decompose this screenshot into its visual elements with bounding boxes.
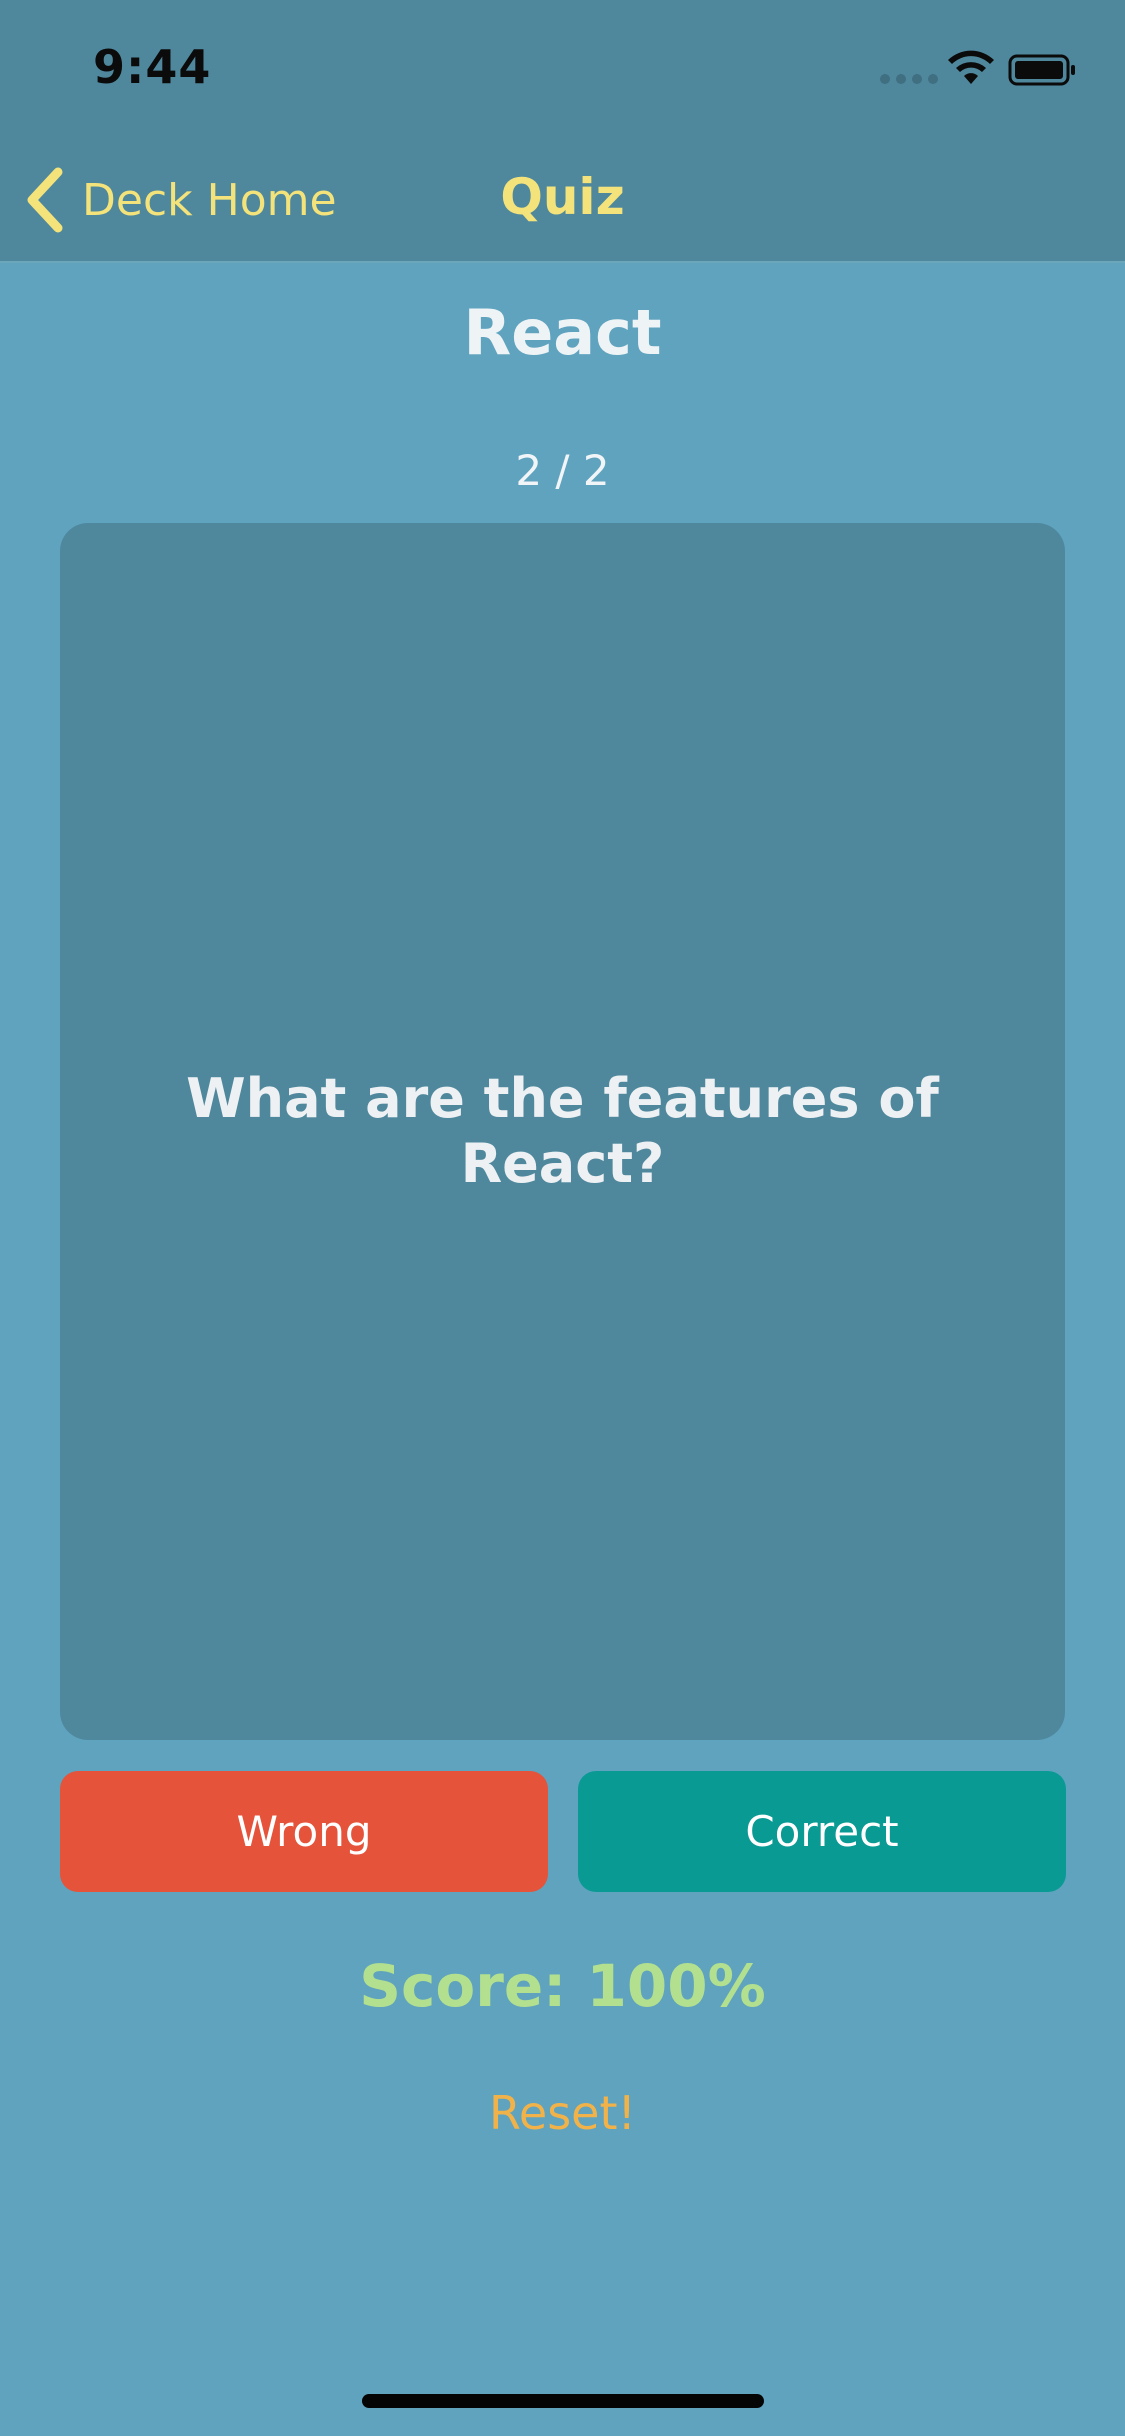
signal-dots-icon <box>880 74 938 84</box>
status-time: 9:44 <box>93 40 212 94</box>
wifi-icon <box>948 50 994 84</box>
score-text: Score: 100% <box>359 1952 766 2020</box>
wrong-button[interactable]: Wrong <box>60 1771 548 1892</box>
nav-title: Quiz <box>500 168 625 226</box>
correct-button[interactable]: Correct <box>578 1771 1066 1892</box>
battery-icon <box>1008 54 1075 86</box>
deck-title: React <box>463 296 662 369</box>
flashcard[interactable]: What are the features of React? <box>60 523 1065 1740</box>
question-progress: 2 / 2 <box>515 446 610 495</box>
navigation-header: 9:44 Deck Home Quiz <box>0 0 1125 263</box>
reset-button[interactable]: Reset! <box>0 2086 1125 2140</box>
question-text: What are the features of React? <box>186 1066 939 1195</box>
home-indicator[interactable] <box>362 2394 764 2408</box>
